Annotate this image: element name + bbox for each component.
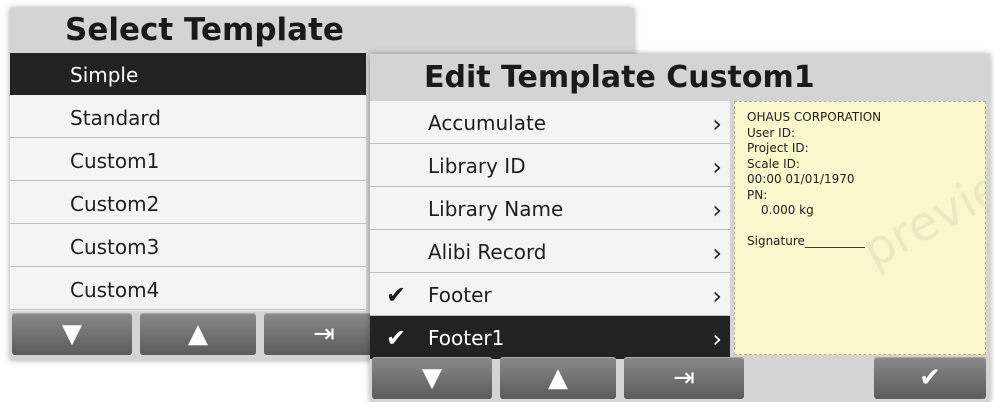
list-item-label: Footer1	[428, 326, 505, 350]
field-item-library-id[interactable]: Library ID ›	[370, 144, 730, 187]
template-item-standard[interactable]: Standard	[10, 96, 366, 138]
chevron-right-icon: ›	[712, 110, 722, 138]
down-arrow-icon: ▼	[422, 363, 442, 393]
edit-template-title: Edit Template Custom1	[424, 60, 815, 95]
scroll-down-button[interactable]: ▼	[372, 357, 492, 399]
select-template-button-bar: ▼ ▲ ⇥	[12, 313, 384, 355]
preview-line: OHAUS CORPORATION	[747, 110, 882, 124]
down-arrow-icon: ▼	[62, 319, 82, 349]
field-item-accumulate[interactable]: Accumulate ›	[370, 101, 730, 144]
scroll-down-button[interactable]: ▼	[12, 313, 132, 355]
check-icon: ✔	[386, 281, 407, 309]
chevron-right-icon: ›	[712, 239, 722, 267]
accept-button[interactable]: ✔	[874, 357, 986, 399]
list-item-label: Custom4	[70, 278, 160, 302]
checkmark-icon: ✔	[919, 363, 941, 393]
template-item-custom4[interactable]: Custom4	[10, 268, 366, 310]
preview-line: User ID:	[747, 125, 795, 140]
list-item-label: Library Name	[428, 197, 564, 221]
preview-line: 0.000 kg	[761, 203, 814, 217]
exit-button[interactable]: ⇥	[264, 313, 384, 355]
list-item-label: Simple	[70, 63, 139, 87]
list-item-label: Standard	[70, 106, 161, 130]
exit-button[interactable]: ⇥	[624, 357, 744, 399]
preview-line-blank	[747, 219, 881, 235]
preview-line: Scale ID:	[747, 156, 800, 171]
list-item-label: Library ID	[428, 154, 526, 178]
template-item-custom2[interactable]: Custom2	[10, 182, 366, 224]
field-item-alibi-record[interactable]: Alibi Record ›	[370, 230, 730, 273]
preview-line: Signature__________	[747, 234, 865, 248]
template-item-simple[interactable]: Simple	[10, 53, 366, 95]
template-item-custom1[interactable]: Custom1	[10, 139, 366, 181]
edit-template-button-bar: ▼ ▲ ⇥	[372, 357, 744, 399]
list-item-label: Custom3	[70, 235, 160, 259]
field-item-footer1[interactable]: ✔ Footer1 ›	[370, 316, 730, 359]
select-template-title: Select Template	[65, 12, 344, 48]
chevron-right-icon: ›	[712, 325, 722, 353]
preview-text: OHAUS CORPORATION User ID: Project ID: S…	[747, 110, 881, 250]
up-arrow-icon: ▲	[188, 319, 208, 349]
list-item-label: Alibi Record	[428, 240, 547, 264]
chevron-right-icon: ›	[712, 282, 722, 310]
list-item-label: Custom2	[70, 192, 160, 216]
scroll-up-button[interactable]: ▲	[500, 357, 616, 399]
scroll-up-button[interactable]: ▲	[140, 313, 256, 355]
edit-template-panel: Edit Template Custom1 Accumulate › Librar…	[370, 54, 990, 402]
preview-line: 00:00 01/01/1970	[747, 172, 855, 186]
list-item-label: Accumulate	[428, 111, 547, 135]
chevron-right-icon: ›	[712, 153, 722, 181]
template-item-custom3[interactable]: Custom3	[10, 225, 366, 267]
chevron-right-icon: ›	[712, 196, 722, 224]
preview-line: Project ID:	[747, 141, 809, 155]
exit-door-icon: ⇥	[313, 319, 335, 349]
up-arrow-icon: ▲	[548, 363, 568, 393]
list-item-label: Footer	[428, 283, 492, 307]
exit-door-icon: ⇥	[673, 363, 695, 393]
check-icon: ✔	[386, 324, 407, 352]
print-preview: preview OHAUS CORPORATION User ID: Proje…	[734, 101, 986, 355]
list-item-label: Custom1	[70, 149, 160, 173]
template-list: Simple Standard Custom1 Custom2 Custom3 …	[10, 53, 366, 311]
field-list: Accumulate › Library ID › Library Name › Al…	[370, 101, 730, 359]
field-item-library-name[interactable]: Library Name ›	[370, 187, 730, 230]
field-item-footer[interactable]: ✔ Footer ›	[370, 273, 730, 316]
preview-line: PN:	[747, 187, 768, 202]
